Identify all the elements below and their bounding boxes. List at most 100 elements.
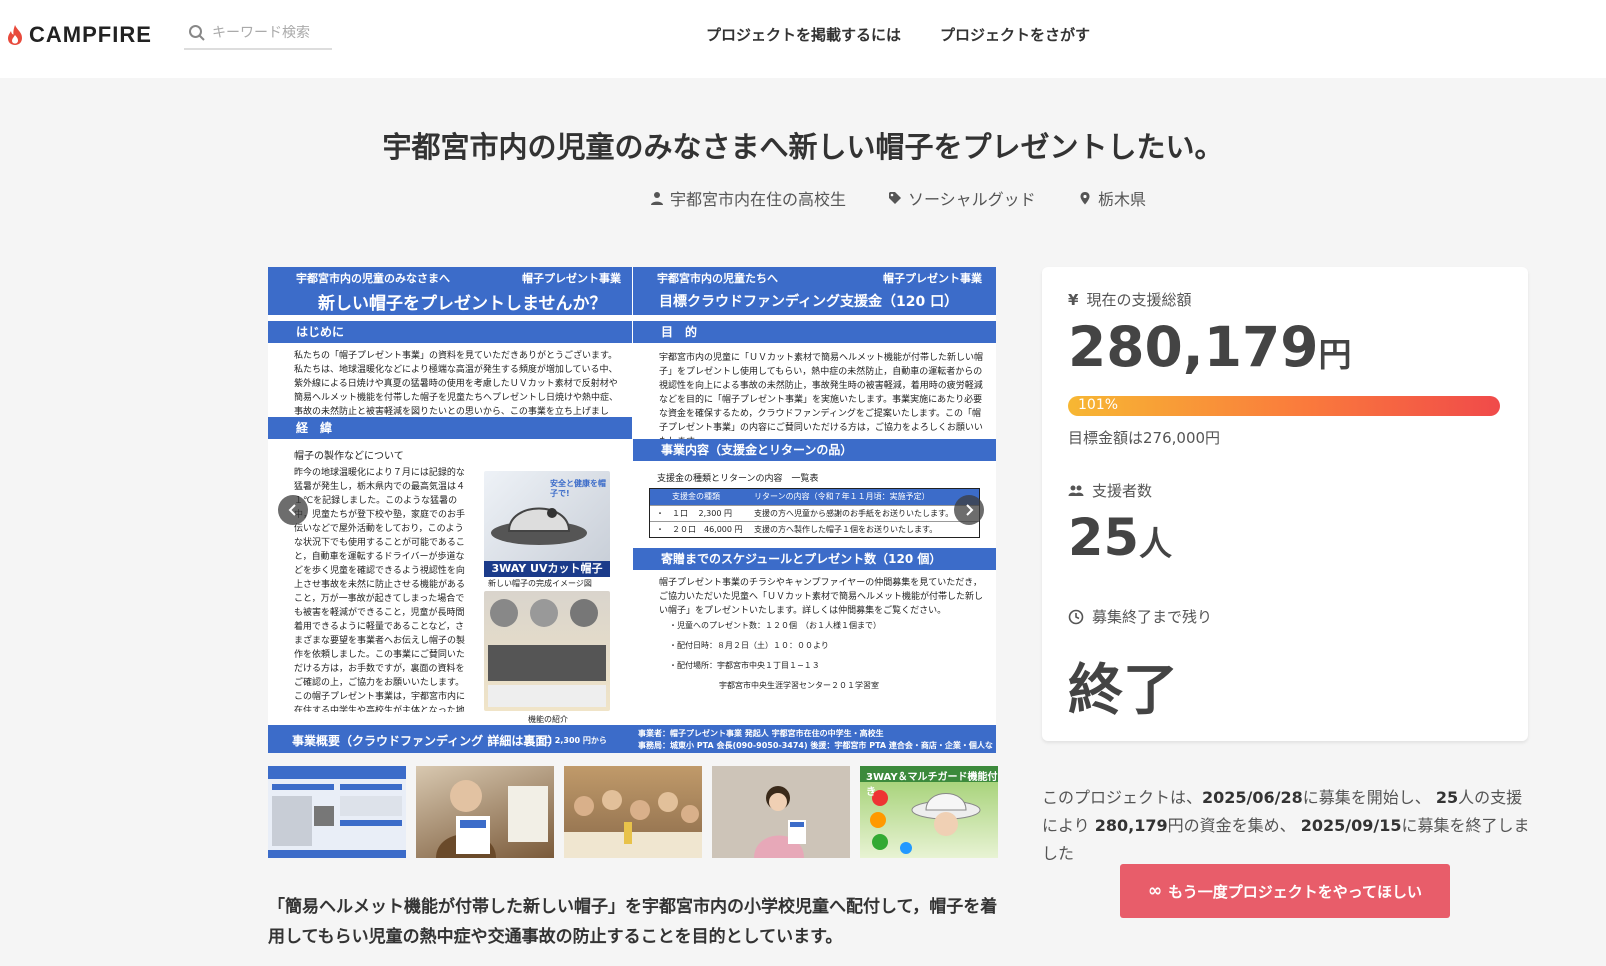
yen-icon: ¥	[1068, 290, 1079, 309]
project-title: 宇都宮市内の児童のみなさまへ新しい帽子をプレゼントしたい。	[382, 130, 1224, 164]
site-header: CAMPFIRE プロジェクトを掲載するには プロジェクトをさがす	[0, 0, 1606, 78]
flyer-purpose-text: 宇都宮市内の児童に「ＵＶカット素材で簡易ヘルメット機能が付帯した新しい帽子」をプ…	[659, 353, 984, 439]
flyer-section-purpose: 目 的	[633, 321, 996, 343]
remaining-label-row: 募集終了まで残り	[1068, 606, 1212, 627]
raised-amount: 280,179円	[1068, 315, 1352, 379]
hat-caption: 新しい帽子の完成イメージ図	[488, 579, 592, 588]
summary-text: に募集を開始し、	[1302, 788, 1431, 807]
flyer-headline-right: 目標クラウドファンディング支援金（120 口）	[659, 294, 959, 310]
location-name: 栃木県	[1098, 190, 1147, 209]
remaining-value: 終了	[1068, 658, 1179, 722]
flyer-intro-text: 私たちの「帽子プレゼント事業」の資料を見ていただきありがとうございます。私たちは…	[294, 351, 619, 415]
logo-text: CAMPFIRE	[29, 22, 152, 47]
flyer-header-right: 宇都宮市内の児童たちへ 帽子プレゼント事業 目標クラウドファンディング支援金（1…	[633, 267, 996, 315]
function-photos-icon	[488, 599, 606, 707]
flyer-section-history: 経 緯	[268, 417, 632, 439]
category-name: ソーシャルグッド	[908, 190, 1036, 209]
tag-icon	[889, 192, 901, 204]
flyer-footer: 事業概要（クラウドファンディング 詳細は裏面） １口 2,300 円から 事業者…	[268, 725, 996, 753]
table-row: ・ １口 2,300 円 支援の方へ児童から感謝のお手紙をお送りいたします。	[650, 505, 979, 521]
user-icon	[651, 192, 663, 205]
backers-unit: 人	[1138, 524, 1172, 563]
flyer-history-heading: 帽子の製作などについて	[294, 451, 404, 462]
table-row: ・ ２０口 46,000 円 支援の方へ製作した帽子１個をお送りいたします。	[650, 521, 979, 537]
project-owner[interactable]: 宇都宮市内在住の高校生	[650, 186, 846, 210]
person-photo-icon	[436, 780, 548, 858]
table-cell: 支援の方へ児童から感謝のお手紙をお送りいたします。	[754, 509, 954, 518]
schedule-place: 宇都宮市中央生涯学習センター２０１学習室	[719, 681, 879, 690]
flyer-project-name-right: 帽子プレゼント事業	[883, 272, 982, 285]
summary-start-date: 2025/06/28	[1202, 788, 1303, 807]
goal-amount: 目標金額は276,000円	[1068, 429, 1221, 447]
flyer-section-intro: はじめに	[268, 321, 632, 343]
owner-name: 宇都宮市内在住の高校生	[670, 190, 847, 209]
project-location[interactable]: 栃木県	[1078, 186, 1146, 210]
flyer-thumbnail-icon	[268, 784, 406, 858]
project-description: 「簡易ヘルメット機能が付帯した新しい帽子」を宇都宮市内の小学校児童へ配付して，帽…	[268, 897, 998, 947]
backers-count-value: 25	[1068, 509, 1139, 568]
main-project-image[interactable]: 宇都宮市内の児童のみなさまへ 帽子プレゼント事業 新しい帽子をプレゼントしません…	[268, 267, 996, 753]
schedule-item: ・配付場所：宇都宮市中央１丁目１−１３	[669, 661, 820, 670]
table-cell: 支援の方へ製作した帽子１個をお送りいたします。	[754, 525, 938, 534]
carousel-prev-button[interactable]	[278, 495, 308, 525]
schedule-item: ・配付日時：８月２日（土）１０：００より	[669, 641, 829, 650]
hat-label: 3WAY UVカット帽子	[484, 561, 610, 577]
girl-photo-icon	[754, 786, 806, 858]
flyer-headline: 新しい帽子をプレゼントしませんか？	[318, 294, 607, 314]
thumbnail-1[interactable]	[268, 766, 406, 858]
flyer-footer-line: 事業者：帽子プレゼント事業 発起人 宇都宮市在住の中学生・高校生	[638, 729, 884, 738]
search-box[interactable]	[184, 18, 332, 50]
summary-amount: 280,179	[1094, 816, 1168, 835]
table-cell: ・ １口 2,300 円	[656, 509, 732, 518]
table-title: 支援金の種類とリターンの内容 一覧表	[657, 474, 819, 484]
table-header: 支援金の種類 リターンの内容（令和７年１１月頃：実施予定）	[650, 489, 979, 505]
flyer-right-page: 宇都宮市内の児童たちへ 帽子プレゼント事業 目標クラウドファンディング支援金（1…	[632, 267, 996, 753]
location-pin-icon	[1080, 192, 1090, 205]
progress-percent: 101%	[1078, 397, 1119, 413]
thumbnail-4[interactable]	[712, 766, 850, 858]
flyer-section-schedule: 寄贈までのスケジュールとプレゼント数（120 個）	[633, 548, 996, 570]
flyer-subtitle-right: 宇都宮市内の児童たちへ	[657, 272, 778, 285]
flyer-footer-line: 事務局：城東小 PTA 会長(090-9050-3474) 後援：宇都宮市 PT…	[638, 741, 993, 750]
people-icon	[1068, 485, 1084, 496]
thumbnail-3[interactable]	[564, 766, 702, 858]
raised-amount-value: 280,179	[1068, 315, 1319, 379]
funding-card: ¥ 現在の支援総額 280,179円 101% 目標金額は276,000円 支援…	[1042, 267, 1528, 741]
thumbnail-2[interactable]	[416, 766, 554, 858]
request-again-label: もう一度プロジェクトをやってほしい	[1168, 882, 1422, 901]
flyer-footer-price: １口 2,300 円から	[536, 736, 607, 745]
carousel-next-button[interactable]	[954, 495, 984, 525]
hat-image: 安全と健康を帽子で!	[484, 471, 610, 563]
nav-post-project[interactable]: プロジェクトを掲載するには	[706, 24, 901, 45]
summary-backers: 25	[1435, 788, 1459, 807]
chevron-right-icon	[966, 504, 974, 516]
campfire-logo[interactable]: CAMPFIRE	[6, 22, 152, 48]
summary-text: 円の資金を集め、	[1167, 816, 1296, 835]
function-images	[484, 591, 610, 711]
project-summary: このプロジェクトは、2025/06/28に募集を開始し、 25人の支援により 2…	[1042, 784, 1532, 868]
function-caption: 機能の紹介	[528, 715, 568, 724]
flyer-section-content: 事業内容（支援金とリターンの品）	[633, 439, 996, 461]
returns-table: 支援金の種類 リターンの内容（令和７年１１月頃：実施予定） ・ １口 2,300…	[649, 488, 980, 538]
backers-count: 25人	[1068, 509, 1172, 568]
raised-label-row: ¥ 現在の支援総額	[1068, 289, 1191, 310]
search-icon	[189, 25, 205, 41]
project-category[interactable]: ソーシャルグッド	[888, 186, 1036, 210]
flyer-left-page: 宇都宮市内の児童のみなさまへ 帽子プレゼント事業 新しい帽子をプレゼントしません…	[268, 267, 632, 753]
flame-icon	[8, 25, 22, 45]
request-again-button[interactable]: ∞ もう一度プロジェクトをやってほしい	[1120, 864, 1450, 918]
clock-icon	[1068, 609, 1084, 624]
currency-unit: 円	[1318, 335, 1352, 374]
flyer-schedule-text: 帽子プレゼント事業のチラシやキャンプファイヤーの仲間募集を見ていただき，ご協力い…	[659, 578, 984, 616]
summary-end-date: 2025/09/15	[1300, 816, 1402, 835]
flyer-subtitle: 宇都宮市内の児童のみなさまへ	[296, 272, 450, 285]
table-cell: ・ ２０口 46,000 円	[656, 525, 743, 534]
flyer-footer-title: 事業概要（クラウドファンディング 詳細は裏面）	[292, 734, 560, 748]
table-header-cell: 支援金の種類	[672, 492, 720, 501]
nav-find-project[interactable]: プロジェクトをさがす	[940, 24, 1090, 45]
chevron-left-icon	[288, 504, 296, 516]
progress-bar: 101%	[1068, 396, 1500, 416]
search-input[interactable]	[212, 25, 322, 41]
thumbnail-5[interactable]: 3WAY＆マルチガード機能付き	[860, 766, 998, 858]
backers-label: 支援者数	[1092, 482, 1153, 500]
